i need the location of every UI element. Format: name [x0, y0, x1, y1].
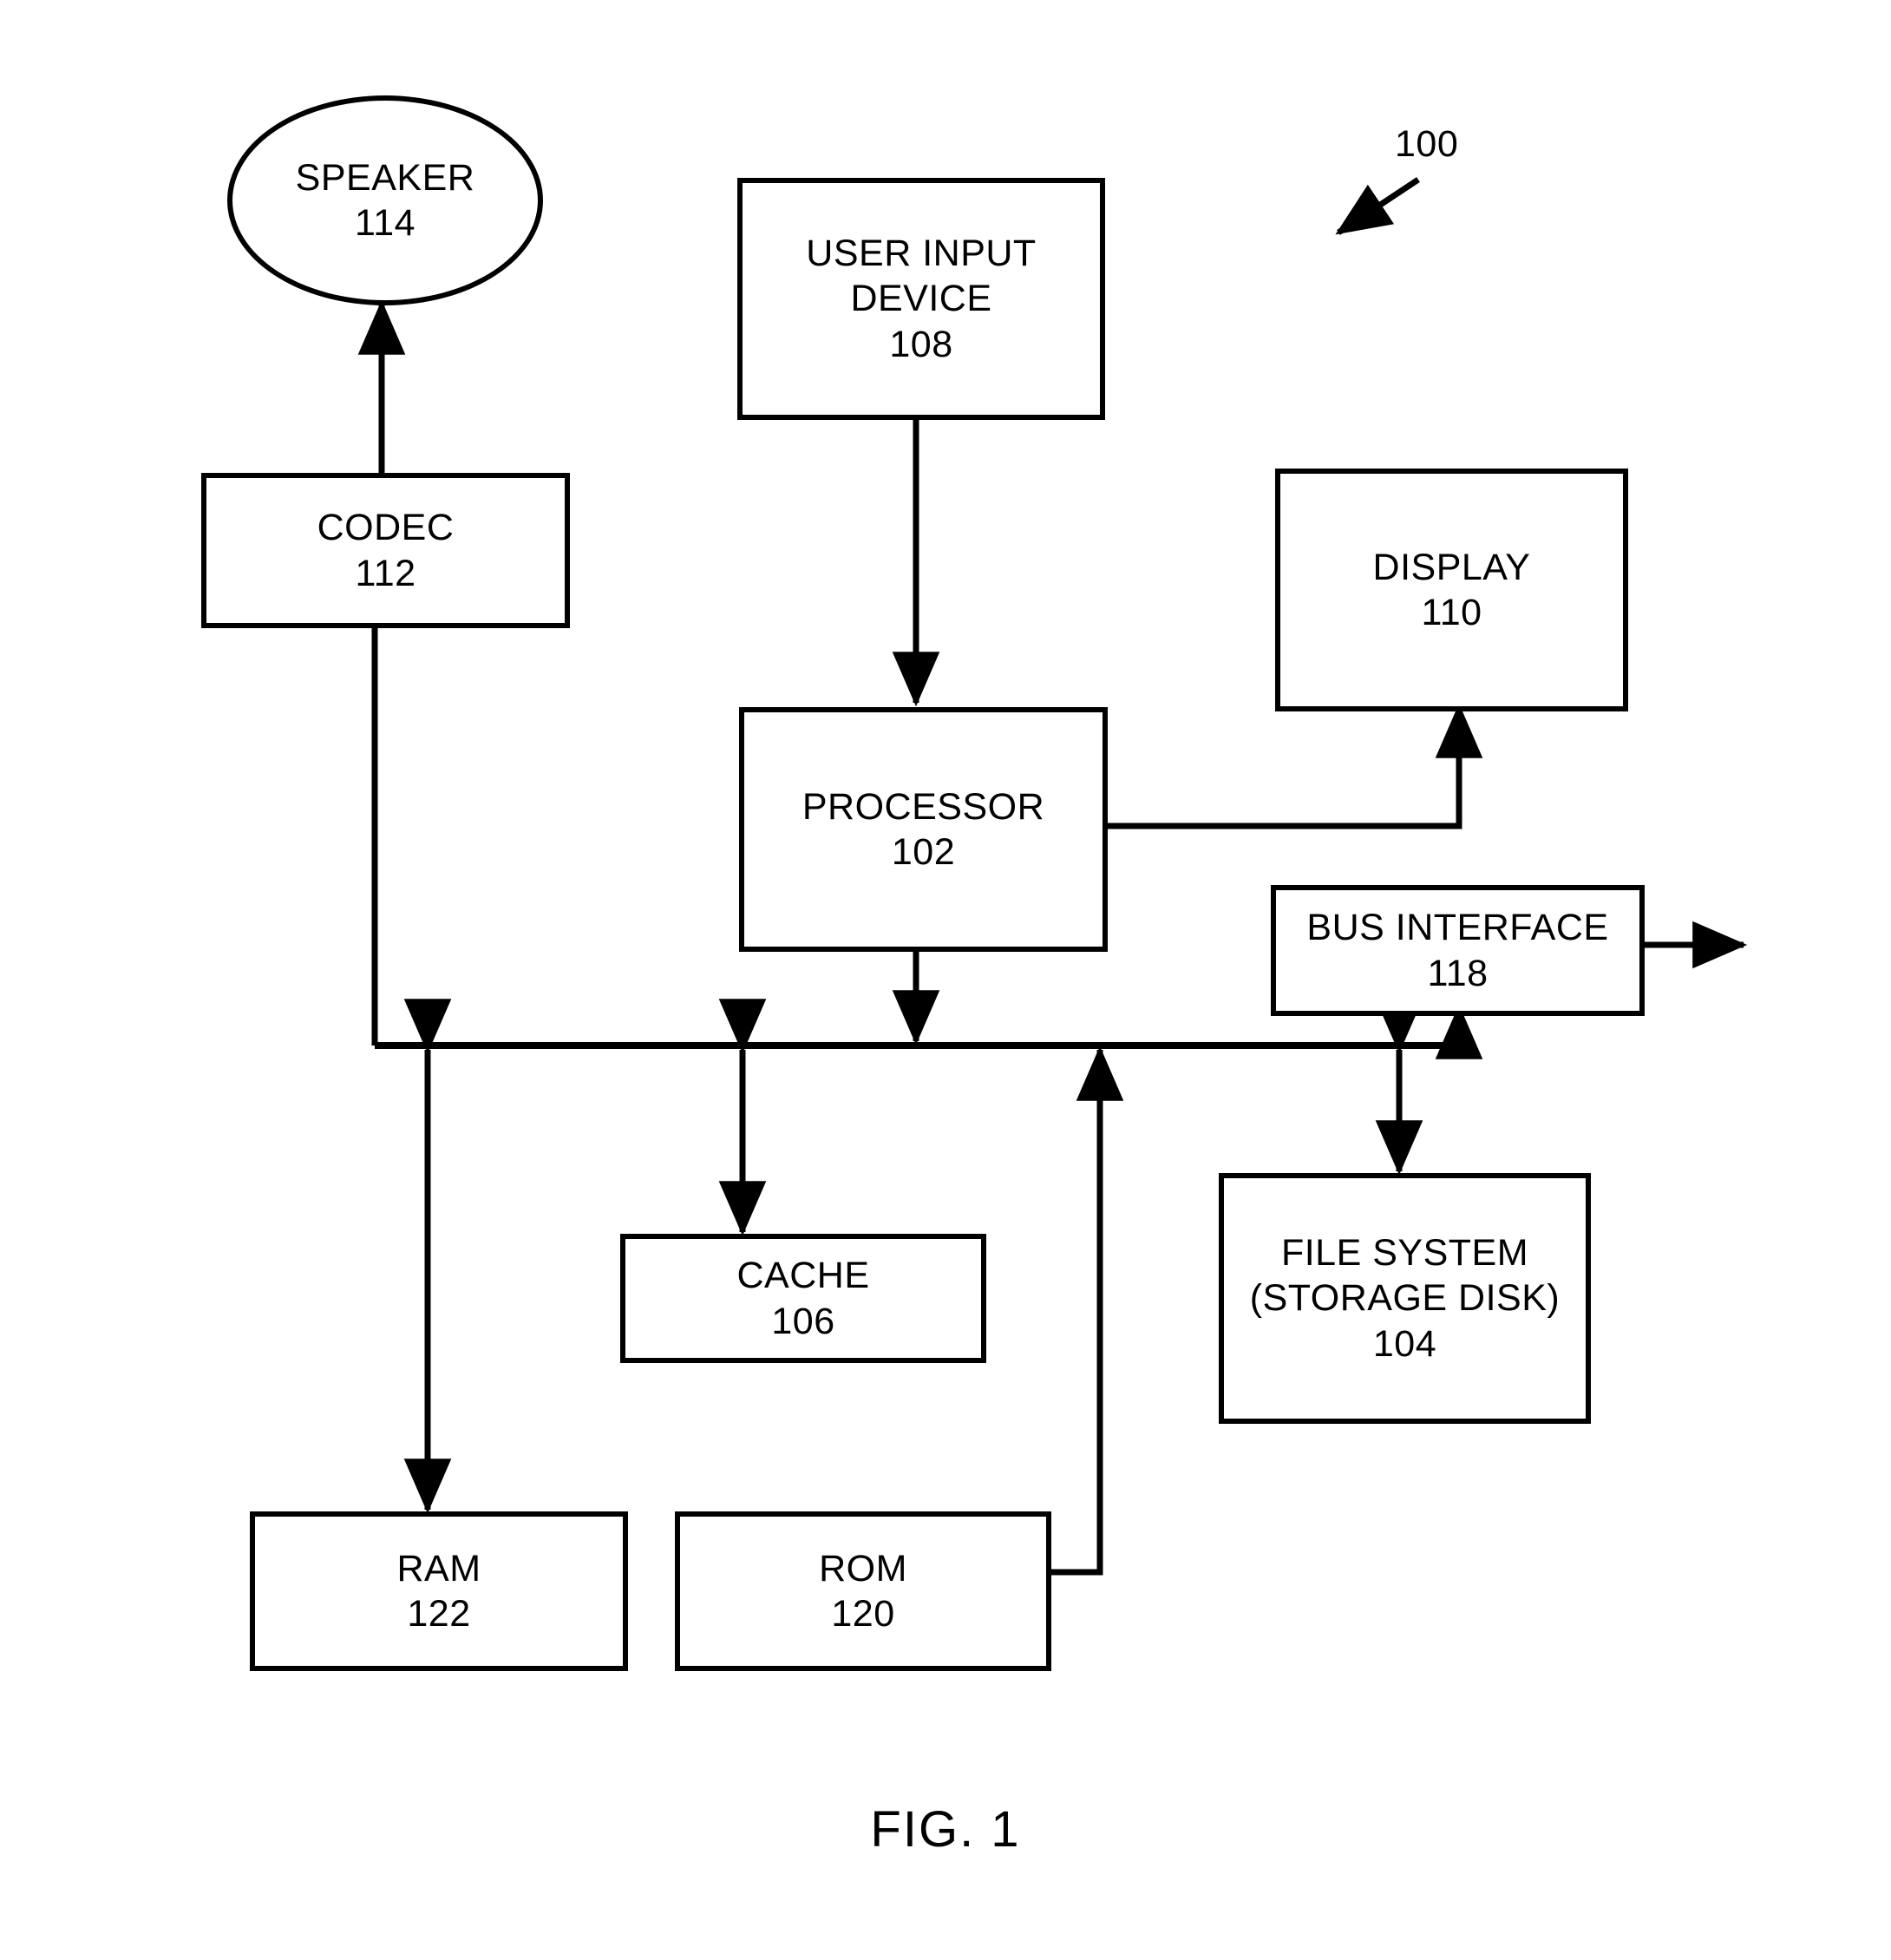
node-ram: RAM 122: [250, 1511, 628, 1671]
patent-figure-1: SPEAKER 114 USER INPUT DEVICE 108 100 CO…: [0, 0, 1891, 1960]
node-display-ref: 110: [1421, 592, 1482, 633]
node-codec-ref: 112: [355, 552, 416, 594]
leader-arrow-100: [1335, 177, 1420, 235]
node-ram-ref: 122: [407, 1593, 471, 1635]
node-processor-ref: 102: [891, 831, 956, 873]
node-cache-ref: 106: [771, 1300, 835, 1342]
node-rom: ROM 120: [675, 1511, 1051, 1671]
node-speaker: SPEAKER 114: [227, 95, 543, 305]
node-display: DISPLAY 110: [1275, 469, 1628, 711]
node-user-input-device-label-line1: USER INPUT: [806, 232, 1037, 274]
node-user-input-device: USER INPUT DEVICE 108: [737, 178, 1105, 420]
node-ram-label: RAM: [396, 1547, 481, 1590]
node-codec: CODEC 112: [201, 473, 570, 628]
node-rom-ref: 120: [831, 1593, 895, 1635]
node-processor-label: PROCESSOR: [802, 785, 1045, 828]
node-rom-label: ROM: [819, 1547, 907, 1590]
wire-rom-to-bus: [1041, 1046, 1124, 1576]
node-user-input-device-ref: 108: [889, 323, 953, 365]
node-codec-label: CODEC: [317, 507, 455, 549]
node-file-system-ref: 104: [1372, 1322, 1437, 1365]
node-display-label: DISPLAY: [1372, 546, 1531, 588]
node-speaker-ref: 114: [354, 202, 416, 244]
wire-processor-to-display: [1097, 703, 1483, 829]
node-file-system: FILE SYSTEM (STORAGE DISK) 104: [1219, 1173, 1591, 1424]
figure-caption: FIG. 1: [870, 1801, 1021, 1858]
node-user-input-device-label-line2: DEVICE: [850, 278, 992, 320]
system-reference-label: 100: [1395, 123, 1459, 165]
node-bus-interface-ref: 118: [1427, 952, 1489, 994]
node-processor: PROCESSOR 102: [739, 707, 1108, 952]
node-bus-interface: BUS INTERFACE 118: [1271, 885, 1645, 1016]
node-bus-interface-label: BUS INTERFACE: [1306, 907, 1609, 949]
node-cache: CACHE 106: [620, 1234, 986, 1363]
node-speaker-label: SPEAKER: [295, 156, 475, 199]
node-file-system-label-line2: (STORAGE DISK): [1249, 1277, 1561, 1320]
node-cache-label: CACHE: [736, 1255, 870, 1297]
node-file-system-label-line1: FILE SYSTEM: [1280, 1231, 1529, 1274]
